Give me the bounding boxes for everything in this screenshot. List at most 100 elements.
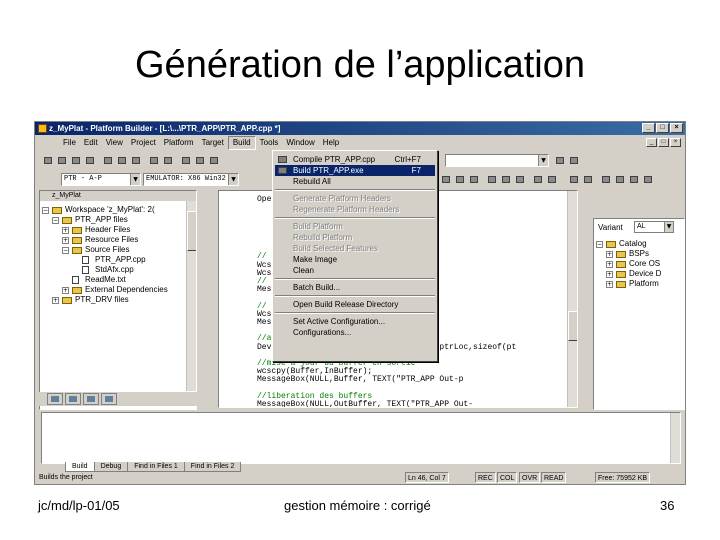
tree-item[interactable]: ReadMe.txt [42, 275, 196, 285]
attach-icon[interactable] [545, 173, 558, 185]
collapse-icon[interactable]: − [596, 241, 603, 248]
build-menu-item[interactable]: Generate Platform Headers [275, 193, 435, 204]
build-menu-item[interactable]: Configurations... [275, 327, 435, 338]
expand-icon[interactable]: + [606, 261, 613, 268]
catalog-item[interactable]: + Device D [596, 269, 684, 279]
tree-item[interactable]: PTR_APP.cpp [42, 255, 196, 265]
fileview-tab[interactable] [65, 393, 81, 405]
redo-icon[interactable] [161, 154, 174, 166]
editor-scrollbar[interactable] [567, 191, 577, 407]
save-all-icon[interactable] [83, 154, 96, 166]
catalog-item[interactable]: + BSPs [596, 249, 684, 259]
doc-minimize-button[interactable]: _ [646, 138, 657, 147]
expand-icon[interactable]: + [52, 297, 59, 304]
expand-icon[interactable]: + [62, 287, 69, 294]
build-menu-item[interactable]: Rebuild Platform [275, 232, 435, 243]
windows-list-icon[interactable] [207, 154, 220, 166]
catalog-item[interactable]: + Platform [596, 279, 684, 289]
undo-icon[interactable] [147, 154, 160, 166]
cut-icon[interactable] [101, 154, 114, 166]
chevron-down-icon[interactable]: ▼ [228, 174, 238, 185]
window-titlebar[interactable]: z_MyPlat - Platform Builder - [L:\...\PT… [35, 122, 685, 135]
paste-icon[interactable] [129, 154, 142, 166]
workspace-scrollbar[interactable] [186, 201, 196, 391]
collapse-icon[interactable]: − [42, 207, 49, 214]
expand-icon[interactable]: + [62, 227, 69, 234]
help-icon[interactable] [641, 173, 654, 185]
catalog-item[interactable]: + Core OS [596, 259, 684, 269]
menu-file[interactable]: File [59, 137, 80, 149]
build-menu-item[interactable]: Make Image [275, 254, 435, 265]
download-icon[interactable] [531, 173, 544, 185]
variant-combo[interactable]: AL ▼ [634, 221, 674, 233]
tree-item[interactable]: + Header Files [42, 225, 196, 235]
expand-icon[interactable]: + [606, 281, 613, 288]
menu-tools[interactable]: Tools [256, 137, 283, 149]
featureview-tab[interactable] [83, 393, 99, 405]
menu-help[interactable]: Help [319, 137, 343, 149]
chevron-down-icon[interactable]: ▼ [130, 174, 140, 185]
run-icon[interactable] [485, 173, 498, 185]
build-icon[interactable] [453, 173, 466, 185]
parameterview-tab[interactable] [101, 393, 117, 405]
back-icon[interactable] [567, 173, 580, 185]
bookmark-icon[interactable] [599, 173, 612, 185]
minimize-button[interactable]: _ [642, 123, 655, 133]
build-menu-item[interactable]: Build PTR_APP.exe F7 [275, 165, 435, 176]
copy-icon[interactable] [115, 154, 128, 166]
debug-icon[interactable] [513, 173, 526, 185]
collapse-icon[interactable]: − [62, 247, 69, 254]
compile-icon[interactable] [439, 173, 452, 185]
tree-item[interactable]: + External Dependencies [42, 285, 196, 295]
menu-project[interactable]: Project [127, 137, 160, 149]
menu-target[interactable]: Target [198, 137, 228, 149]
tree-item[interactable]: − Workspace 'z_MyPlat': 2( [42, 205, 196, 215]
platform-combo[interactable]: EMULATOR: X86 Win32 ▼ [143, 173, 239, 186]
output-window-icon[interactable] [193, 154, 206, 166]
menu-edit[interactable]: Edit [80, 137, 102, 149]
build-menu-item[interactable]: Regenerate Platform Headers [275, 204, 435, 215]
doc-close-button[interactable]: × [670, 138, 681, 147]
workspace-icon[interactable] [179, 154, 192, 166]
breakpoint-icon[interactable] [499, 173, 512, 185]
output-tab[interactable]: Debug [93, 462, 129, 472]
chevron-down-icon[interactable]: ▼ [538, 155, 548, 166]
tree-item[interactable]: + PTR_DRV files [42, 295, 196, 305]
output-tab[interactable]: Find in Files 2 [183, 462, 242, 472]
find-in-files-icon[interactable] [553, 154, 566, 166]
menu-build[interactable]: Build [227, 136, 256, 150]
catalog-item[interactable]: − Catalog [596, 239, 684, 249]
forward-icon[interactable] [581, 173, 594, 185]
expand-icon[interactable]: + [606, 251, 613, 258]
new-file-icon[interactable] [41, 154, 54, 166]
expand-icon[interactable]: + [62, 237, 69, 244]
output-tab[interactable]: Build [65, 462, 95, 472]
output-tab[interactable]: Find in Files 1 [127, 462, 185, 472]
menu-platform[interactable]: Platform [160, 137, 198, 149]
build-menu-item[interactable]: Open Build Release Directory [275, 299, 435, 310]
close-button[interactable]: × [670, 123, 683, 133]
build-menu-item[interactable]: Compile PTR_APP.cpp Ctrl+F7 [275, 154, 435, 165]
build-menu-item[interactable]: Rebuild All [275, 176, 435, 187]
tree-item[interactable]: StdAfx.cpp [42, 265, 196, 275]
menu-view[interactable]: View [102, 137, 127, 149]
tree-item[interactable]: − PTR_APP files [42, 215, 196, 225]
tree-item[interactable]: − Source Files [42, 245, 196, 255]
output-scrollbar[interactable] [670, 413, 680, 463]
build-menu-item[interactable]: Build Platform [275, 221, 435, 232]
tree-item[interactable]: + Resource Files [42, 235, 196, 245]
build-menu-item[interactable]: Clean [275, 265, 435, 276]
collapse-icon[interactable]: − [52, 217, 59, 224]
classview-tab[interactable] [47, 393, 63, 405]
connect-icon[interactable] [613, 173, 626, 185]
build-menu-item[interactable]: Set Active Configuration... [275, 316, 435, 327]
binoculars-icon[interactable] [567, 154, 580, 166]
configuration-combo[interactable]: PTR - A-P ▼ [61, 173, 141, 186]
maximize-button[interactable]: □ [656, 123, 669, 133]
target-icon[interactable] [627, 173, 640, 185]
open-folder-icon[interactable] [55, 154, 68, 166]
menu-window[interactable]: Window [282, 137, 318, 149]
build-menu-item[interactable]: Build Selected Features [275, 243, 435, 254]
doc-restore-button[interactable]: □ [658, 138, 669, 147]
save-icon[interactable] [69, 154, 82, 166]
